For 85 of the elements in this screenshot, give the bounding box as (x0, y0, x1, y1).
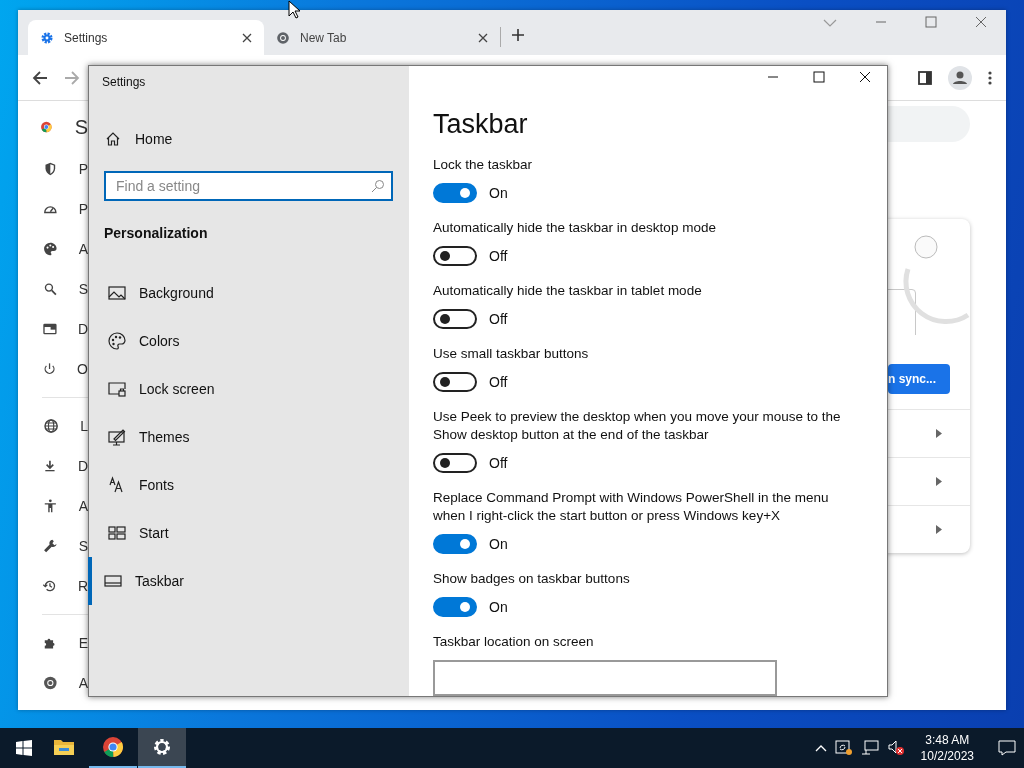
caret-icon[interactable] (936, 477, 942, 486)
sidebar-item[interactable]: A (78, 498, 88, 514)
toggle-switch[interactable] (433, 534, 477, 554)
setting-label: Automatically hide the taskbar in desktop mode (433, 219, 717, 237)
toggle-switch[interactable] (433, 183, 477, 203)
close-icon[interactable] (242, 32, 252, 43)
home-link[interactable]: Home (89, 127, 409, 151)
search-field[interactable] (888, 106, 970, 142)
side-panel-icon[interactable] (918, 70, 932, 85)
close-icon[interactable] (478, 32, 488, 43)
gear-icon (40, 30, 54, 45)
speaker-muted-icon[interactable] (886, 740, 905, 756)
page-heading: Taskbar (433, 109, 528, 140)
sidebar-item[interactable]: D (77, 321, 88, 337)
setting-label: Use small taskbar buttons (433, 345, 590, 363)
sync-status-icon[interactable] (834, 740, 853, 756)
toggle-state: Off (489, 311, 508, 327)
sidebar-item[interactable]: R (77, 578, 88, 594)
nav-item[interactable]: Fonts (88, 461, 409, 509)
profile-icon[interactable] (948, 65, 972, 90)
browser-tab[interactable]: Settings (28, 20, 264, 55)
themes-icon (107, 427, 127, 447)
browser-logo-icon (276, 30, 290, 45)
notification-icon[interactable] (998, 740, 1016, 756)
search-field[interactable]: Find a setting (104, 171, 393, 201)
toggle-switch[interactable] (433, 309, 477, 329)
sidebar-item[interactable]: D (77, 458, 88, 474)
back-arrow-icon[interactable] (32, 69, 48, 86)
chevron-up-icon[interactable] (814, 744, 827, 752)
browser-logo-icon (101, 735, 125, 759)
clock-date[interactable]: 10/2/2023 (920, 748, 974, 764)
home-icon (105, 131, 121, 147)
setting-label: Show badges on taskbar buttons (433, 570, 631, 588)
setting-label: Lock the taskbar (433, 156, 534, 174)
search-icon (371, 179, 385, 193)
browser-tab[interactable]: New Tab (264, 20, 500, 55)
setting-label: Automatically hide the taskbar in tablet mode (433, 282, 703, 300)
nav-item[interactable]: Start (88, 509, 409, 557)
nav-item[interactable]: Themes (88, 413, 409, 461)
toggle-state: On (489, 185, 508, 201)
toggle-state: On (489, 599, 508, 615)
sidebar-item[interactable]: P (78, 161, 88, 177)
nav-item[interactable]: Background (88, 269, 409, 317)
toggle-state: On (489, 536, 508, 552)
windows-logo-icon[interactable] (16, 740, 32, 756)
clock-time[interactable]: 3:48 AM (925, 732, 970, 748)
sidebar-item[interactable]: S (78, 538, 88, 554)
toggle-state: Off (489, 455, 508, 471)
sidebar-item[interactable]: A (78, 241, 88, 257)
menu-icon[interactable] (988, 70, 992, 85)
setting-label: Use Peek to preview the desktop when you move your mouse to the Show desktop button at the end of the taskbar (433, 408, 842, 444)
caret-icon[interactable] (936, 525, 942, 534)
globe-icon[interactable] (42, 416, 61, 436)
nav-item[interactable]: Colors (88, 317, 409, 365)
toggle-switch[interactable] (433, 597, 477, 617)
sidebar-item[interactable]: E (78, 635, 88, 651)
dropdown[interactable] (433, 660, 777, 696)
setting-label: Replace Command Prompt with Windows PowerShell in the menu when I right-click the start button or press Windows key+X (433, 489, 830, 525)
close-icon[interactable] (859, 70, 871, 83)
toggle-state: Off (489, 374, 508, 390)
caret-icon[interactable] (936, 429, 942, 438)
start-tiles-icon (107, 523, 127, 543)
toggle-state: Off (489, 248, 508, 264)
toggle-switch[interactable] (433, 372, 477, 392)
new-tab-icon[interactable] (511, 28, 525, 42)
toggle-switch[interactable] (433, 246, 477, 266)
toggle-switch[interactable] (433, 453, 477, 473)
cursor-icon (288, 0, 300, 19)
window-title: Settings (101, 74, 147, 91)
setting-label: Taskbar location on screen (433, 633, 595, 651)
sidebar-item[interactable]: O (77, 361, 88, 377)
network-icon[interactable] (860, 740, 879, 756)
lock-screen-icon (107, 379, 127, 399)
maximize-icon[interactable] (813, 70, 825, 83)
nav-item[interactable]: Lock screen (88, 365, 409, 413)
section-heading: Personalization (103, 225, 209, 241)
sync-button[interactable]: n sync... (888, 364, 950, 394)
sidebar-item[interactable]: S (78, 281, 88, 297)
taskbar-app[interactable] (138, 728, 186, 768)
sidebar-item[interactable]: A (78, 675, 88, 691)
sidebar-item[interactable]: P (78, 201, 88, 217)
page-title: S (74, 115, 88, 139)
sidebar-item[interactable]: L (80, 418, 88, 434)
palette-icon (107, 331, 127, 351)
image-icon (107, 283, 127, 303)
